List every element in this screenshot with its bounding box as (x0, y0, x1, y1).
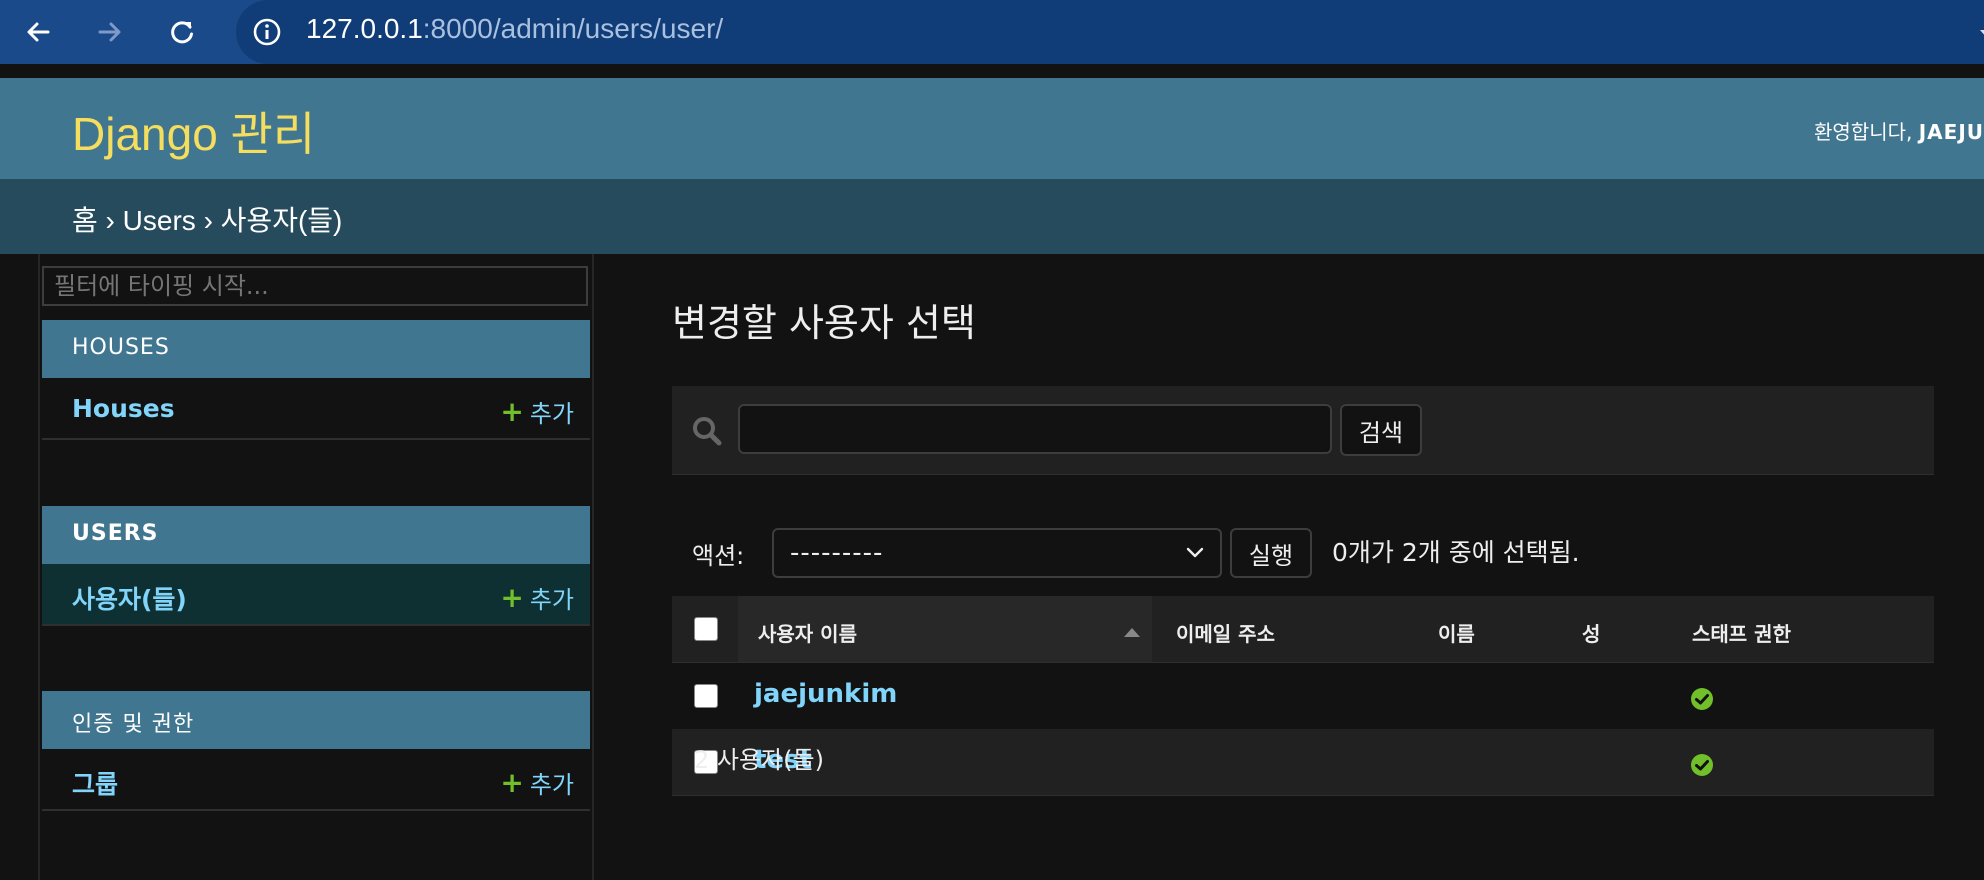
breadcrumb-home[interactable]: 홈 (72, 205, 98, 236)
search-input[interactable] (738, 404, 1332, 454)
column-header-username[interactable]: 사용자 이름 (758, 618, 857, 647)
row-checkbox[interactable] (694, 684, 718, 708)
plus-icon: + (500, 765, 524, 799)
sort-ascending-icon[interactable] (1124, 628, 1140, 637)
column-header-email[interactable]: 이메일 주소 (1176, 618, 1275, 647)
url-host: 127.0.0.1 (306, 13, 423, 44)
url-text[interactable]: 127.0.0.1:8000/admin/users/user/ (306, 13, 723, 45)
site-branding[interactable]: Django 관리 (72, 98, 315, 164)
app-caption-users[interactable]: USERS (42, 506, 590, 564)
run-action-button[interactable]: 실행 (1230, 528, 1312, 578)
plus-icon: + (500, 580, 524, 614)
username: JAEJU (1918, 120, 1984, 144)
add-label: 추가 (529, 586, 574, 614)
sidebar-item-houses: Houses + 추가 (42, 378, 590, 440)
table-row: test (672, 729, 1934, 796)
column-header-first-name[interactable]: 이름 (1438, 618, 1475, 647)
sidebar-item-users: 사용자(들) + 추가 (42, 564, 590, 626)
column-header-staff[interactable]: 스태프 권한 (1692, 618, 1791, 647)
arrow-right-icon (98, 22, 121, 42)
site-info-icon[interactable] (249, 14, 285, 50)
paginator: 2 사용자(들) (694, 746, 824, 774)
table-row: jaejunkim (672, 663, 1934, 730)
check-circle-icon (1691, 754, 1713, 776)
breadcrumb-separator: › (203, 205, 221, 236)
model-link-groups[interactable]: 그룹 (72, 765, 118, 801)
column-header-last-name[interactable]: 성 (1582, 618, 1600, 647)
search-button[interactable]: 검색 (1340, 404, 1422, 456)
chevron-down-icon (1186, 547, 1204, 558)
add-label: 추가 (529, 771, 574, 799)
breadcrumb-users-app[interactable]: Users (123, 205, 196, 236)
action-select[interactable]: --------- (772, 528, 1222, 578)
model-link-users[interactable]: 사용자(들) (72, 580, 187, 616)
username-link[interactable]: jaejunkim (754, 679, 897, 709)
add-user-link[interactable]: + 추가 (500, 580, 574, 615)
add-group-link[interactable]: + 추가 (500, 765, 574, 800)
search-icon (693, 417, 722, 446)
reload-icon (171, 21, 193, 44)
add-house-link[interactable]: + 추가 (500, 394, 574, 429)
nav-filter-input[interactable] (42, 266, 588, 306)
select-all-checkbox[interactable] (694, 617, 718, 641)
add-label: 추가 (529, 400, 574, 428)
sidebar-item-groups: 그룹 + 추가 (42, 749, 590, 811)
forward-button[interactable] (88, 10, 132, 54)
actions-label: 액션: (692, 542, 745, 570)
chevron-down-icon[interactable] (1980, 30, 1984, 38)
search-toolbar: 검색 (672, 386, 1934, 475)
nav-sidebar: HOUSES Houses +추가 USERS 사용자(들) +추가 인증 및 … (38, 254, 594, 880)
url-path: :8000/admin/users/user/ (422, 13, 724, 44)
user-tools: 환영합니다, JAEJU (1814, 116, 1984, 145)
welcome-text: 환영합니다, (1814, 120, 1919, 144)
selection-counter: 0개가 2개 중에 선택됨. (1332, 538, 1580, 567)
admin-header: Django 관리 환영합니다, JAEJU (0, 78, 1984, 179)
reload-button[interactable] (160, 10, 204, 54)
page-title: 변경할 사용자 선택 (672, 301, 976, 345)
plus-icon: + (500, 394, 524, 428)
arrow-left-icon (27, 22, 50, 42)
table-header: 사용자 이름 이메일 주소 이름 성 스태프 권한 (672, 596, 1934, 663)
check-circle-icon (1691, 688, 1713, 710)
breadcrumb: 홈 › Users › 사용자(들) (0, 179, 1984, 254)
breadcrumb-separator: › (105, 205, 123, 236)
app-caption-auth[interactable]: 인증 및 권한 (42, 691, 590, 749)
breadcrumb-current: 사용자(들) (220, 205, 343, 236)
model-link-houses[interactable]: Houses (72, 394, 175, 423)
app-caption-houses[interactable]: HOUSES (42, 320, 590, 378)
browser-toolbar: 127.0.0.1:8000/admin/users/user/ (0, 0, 1984, 64)
action-selected-value: --------- (790, 538, 884, 568)
back-button[interactable] (16, 10, 60, 54)
